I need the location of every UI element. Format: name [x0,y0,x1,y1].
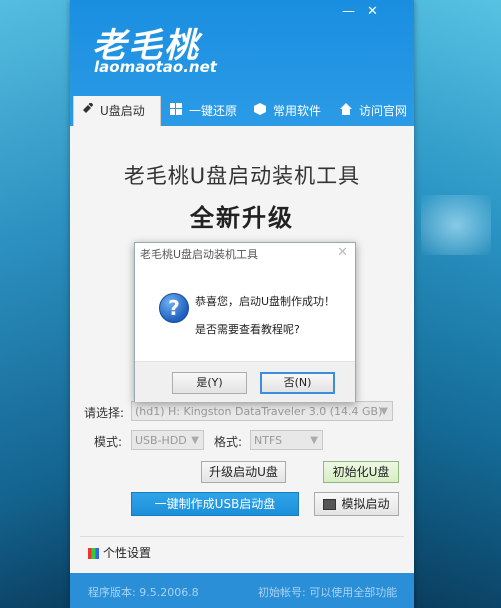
logo-url: laomaotao.net [94,58,217,76]
usb-icon [80,96,94,126]
tab-bar: U盘启动 一键还原 常用软件 访问官网 [70,96,414,126]
format-select-value: NTFS [254,434,283,447]
header: — ✕ 老毛桃 laomaotao.net U盘启动 一键还原 常用软件 访问官… [70,0,414,126]
tab-label: 一键还原 [189,104,238,118]
desktop-background-left [0,0,75,608]
settings-label: 个性设置 [103,546,152,560]
page-subtitle: 全新升级 [190,204,294,232]
device-select-value: (hd1) H: Kingston DataTraveler 3.0 (14.4… [135,405,383,418]
simulate-boot-button[interactable]: 模拟启动 [314,492,399,516]
settings-link[interactable]: 个性设置 [88,544,151,561]
dialog-yes-button[interactable]: 是(Y) [172,372,247,394]
tab-label: 访问官网 [359,104,408,118]
dialog-close-icon[interactable]: ✕ [337,245,348,260]
desktop-background-right [409,0,501,608]
mode-select-value: USB-HDD [135,434,187,447]
page-title: 老毛桃U盘启动装机工具 [123,164,361,188]
device-select[interactable]: (hd1) H: Kingston DataTraveler 3.0 (14.4… [131,401,393,421]
version-text: 程序版本: 9.5.2006.8 [88,586,199,599]
chevron-down-icon: ▼ [380,406,388,417]
tab-usb-boot[interactable]: U盘启动 [73,96,161,126]
windows-icon [169,96,183,126]
chevron-down-icon: ▼ [310,435,318,446]
divider [80,536,404,537]
monitor-icon [323,499,337,510]
dialog-message-success: 恭喜您，启动U盘制作成功！ [195,295,336,308]
tab-website[interactable]: 访问官网 [333,96,419,126]
dialog-button-bar: 是(Y) 否(N) [135,361,355,402]
tab-software[interactable]: 常用软件 [247,96,333,126]
confirm-dialog: 老毛桃U盘启动装机工具 ✕ ? 恭喜您，启动U盘制作成功！ 是否需要查看教程呢?… [134,242,356,402]
background-light [421,195,491,255]
format-select[interactable]: NTFS ▼ [250,430,323,450]
account-text: 初始帐号: 可以使用全部功能 [258,586,398,599]
make-usb-boot-button[interactable]: 一键制作成USB启动盘 [131,492,299,516]
chevron-down-icon: ▼ [191,435,199,446]
mode-select[interactable]: USB-HDD ▼ [131,430,204,450]
tab-label: U盘启动 [100,104,145,118]
minimize-button[interactable]: — [342,4,355,19]
upgrade-usb-button[interactable]: 升级启动U盘 [201,461,286,483]
mode-label: 模式: [94,435,123,449]
close-button[interactable]: ✕ [367,4,378,19]
simulate-boot-label: 模拟启动 [341,497,390,511]
dialog-message-question: 是否需要查看教程呢? [195,323,300,336]
question-icon: ? [159,293,189,323]
format-label: 格式: [214,435,243,449]
dialog-no-button[interactable]: 否(N) [260,372,335,394]
select-label: 请选择: [84,406,125,420]
dialog-title: 老毛桃U盘启动装机工具 [140,248,259,261]
init-usb-button[interactable]: 初始化U盘 [323,461,399,483]
box-icon [253,96,267,126]
status-bar: 程序版本: 9.5.2006.8 初始帐号: 可以使用全部功能 [70,573,414,608]
home-icon [339,96,353,126]
tab-restore[interactable]: 一键还原 [163,96,249,126]
tab-label: 常用软件 [273,104,322,118]
palette-icon [88,548,99,559]
